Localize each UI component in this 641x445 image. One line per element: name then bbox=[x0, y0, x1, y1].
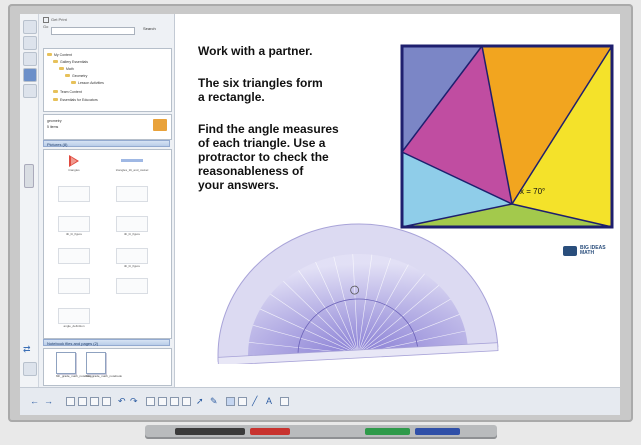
gallery-picture[interactable]: tilt_lit_figure bbox=[52, 216, 96, 240]
line-icon[interactable]: ╱ bbox=[252, 396, 257, 407]
paste-icon[interactable] bbox=[102, 397, 111, 406]
checkbox-icon[interactable] bbox=[43, 17, 49, 23]
gallery-panel: Get Print Go Search My Content Gallery E… bbox=[39, 14, 175, 387]
folder-icon bbox=[53, 59, 58, 64]
six-triangles-figure[interactable]: x = 70° bbox=[400, 44, 615, 229]
black-pen-slot[interactable] bbox=[175, 428, 245, 435]
gallery-search-area: Get Print Go Search bbox=[43, 17, 170, 45]
gallery-picture[interactable] bbox=[110, 186, 154, 210]
eraser-icon[interactable] bbox=[226, 397, 235, 406]
big-ideas-logo: BIG IDEAS MATH bbox=[563, 246, 606, 256]
gallery-picture[interactable]: tilt_lit_figure bbox=[110, 248, 154, 272]
tilt-thumbnail-icon bbox=[121, 159, 143, 162]
delete-icon[interactable] bbox=[146, 397, 155, 406]
instruction-line-7: reasonableness of bbox=[198, 164, 304, 178]
notebook-file[interactable]: 6th_grade_math_notebook bbox=[86, 352, 122, 378]
next-page-icon[interactable]: → bbox=[44, 396, 53, 406]
triangles-thumbnail-icon bbox=[69, 155, 79, 167]
gallery-picture[interactable]: angle_definition bbox=[52, 308, 96, 332]
folder-icon bbox=[53, 97, 58, 102]
addons-tab-icon[interactable] bbox=[23, 84, 37, 98]
tree-item[interactable]: Gallery Essentials bbox=[53, 59, 88, 64]
pen-tray bbox=[145, 425, 497, 439]
notebook-section-header[interactable]: Notebook files and pages (2) bbox=[43, 339, 170, 346]
full-screen-icon[interactable] bbox=[170, 397, 179, 406]
gallery-picture[interactable] bbox=[52, 278, 96, 302]
pictures-section-header[interactable]: Pictures (8) bbox=[43, 140, 170, 147]
gallery-picture[interactable]: triangles_tilt_and_swivel bbox=[110, 154, 154, 178]
gallery-tree: My Content Gallery Essentials Math Geome… bbox=[43, 48, 172, 112]
x-angle-label: x = 70° bbox=[520, 187, 545, 196]
folder-icon bbox=[71, 80, 76, 85]
search-label: Go bbox=[43, 24, 49, 29]
pictures-grid: triangles triangles_tilt_and_swivel tilt… bbox=[43, 149, 172, 339]
gallery-item-detail: geometry 5 items bbox=[43, 114, 172, 140]
red-pen-slot[interactable] bbox=[250, 428, 290, 435]
attachments-tab-icon[interactable] bbox=[23, 52, 37, 66]
redo-arrow-icon[interactable]: ↷ bbox=[130, 396, 138, 407]
blue-pen-slot[interactable] bbox=[415, 428, 460, 435]
notebook-files: 6th_grade_math_notebook 6th_grade_math_n… bbox=[43, 348, 172, 386]
save-icon[interactable] bbox=[90, 397, 99, 406]
instruction-line-1: Work with a partner. bbox=[198, 44, 313, 58]
move-sidebar-arrow-icon[interactable]: ⇄ bbox=[23, 344, 31, 355]
gallery-picture[interactable] bbox=[52, 186, 96, 210]
notebook-page[interactable]: Work with a partner. The six triangles f… bbox=[178, 14, 620, 387]
screen-shade-icon[interactable] bbox=[158, 397, 167, 406]
folder-icon bbox=[47, 52, 52, 57]
instruction-line-3: a rectangle. bbox=[198, 90, 265, 104]
text-icon[interactable]: A bbox=[266, 396, 272, 406]
folder-icon bbox=[53, 89, 58, 94]
gallery-picture[interactable]: tilt_lit_figure bbox=[110, 216, 154, 240]
notebook-file[interactable]: 6th_grade_math_notebook bbox=[56, 352, 92, 378]
pen-icon[interactable]: ✎ bbox=[210, 396, 218, 407]
open-file-icon[interactable] bbox=[78, 397, 87, 406]
gallery-picture[interactable] bbox=[52, 248, 96, 272]
app-screen: ⇄ Get Print Go Search My Content Gallery… bbox=[20, 14, 620, 415]
page-sorter-tab-icon[interactable] bbox=[23, 20, 37, 34]
tree-item[interactable]: Essentials for Educators bbox=[53, 97, 98, 102]
protractor-tool[interactable] bbox=[208, 214, 508, 364]
bottom-toolbar: ← → ↶ ↷ ➚ ✎ ╱ A bbox=[20, 387, 620, 415]
folder-icon bbox=[59, 66, 64, 71]
properties-tab-icon[interactable] bbox=[23, 68, 37, 82]
logo-icon bbox=[563, 246, 577, 256]
instruction-line-2: The six triangles form bbox=[198, 76, 323, 90]
tree-item[interactable]: My Content bbox=[47, 52, 72, 57]
gallery-tab-icon[interactable] bbox=[23, 36, 37, 50]
previous-page-icon[interactable]: ← bbox=[30, 396, 39, 406]
tree-item[interactable]: Lesson Activities bbox=[71, 80, 104, 85]
auto-hide-icon[interactable] bbox=[23, 362, 37, 376]
folder-thumbnail-icon bbox=[153, 119, 167, 131]
gallery-picture[interactable] bbox=[110, 278, 154, 302]
tree-item[interactable]: Team Content bbox=[53, 89, 82, 94]
tree-item[interactable]: Math bbox=[59, 66, 74, 71]
shape-icon[interactable] bbox=[238, 397, 247, 406]
sidebar-tab-rail: ⇄ bbox=[20, 14, 39, 387]
sidebar-resize-handle[interactable] bbox=[24, 164, 34, 188]
tree-item[interactable]: Geometry bbox=[65, 73, 87, 78]
instruction-line-8: your answers. bbox=[198, 178, 279, 192]
instruction-line-6: protractor to check the bbox=[198, 150, 329, 164]
search-button[interactable]: Search bbox=[143, 26, 156, 31]
add-page-icon[interactable] bbox=[66, 397, 75, 406]
gallery-search-input[interactable] bbox=[51, 27, 135, 35]
checkbox-label: Get Print bbox=[51, 17, 67, 23]
select-icon[interactable]: ➚ bbox=[196, 396, 204, 407]
capture-icon[interactable] bbox=[182, 397, 191, 406]
folder-icon bbox=[65, 73, 70, 78]
gallery-picture[interactable]: triangles bbox=[52, 154, 96, 178]
green-pen-slot[interactable] bbox=[365, 428, 410, 435]
undo-arrow-icon[interactable]: ↶ bbox=[118, 396, 126, 407]
table-icon[interactable] bbox=[280, 397, 289, 406]
instruction-line-4: Find the angle measures bbox=[198, 122, 339, 136]
instruction-line-5: of each triangle. Use a bbox=[198, 136, 326, 150]
